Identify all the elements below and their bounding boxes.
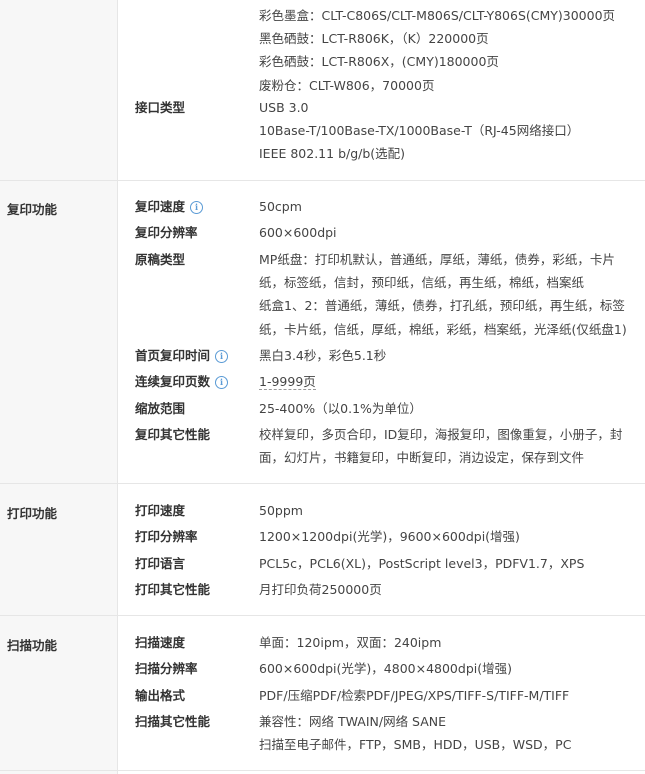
copy-other-value: 校样复印，多页合印，ID复印，海报复印，图像重复，小册子，封 面，幻灯片，书籍复…: [259, 423, 641, 469]
scan-other-line: 兼容性：网络 TWAIN/网络 SANE: [259, 714, 447, 729]
info-circle-icon[interactable]: i: [215, 350, 229, 363]
zoom-range-value: 25-400%（以0.1%为单位）: [259, 401, 422, 416]
original-type-line: MP纸盘：打印机默认，普通纸，厚纸，薄纸，债券，彩纸，卡片: [259, 252, 615, 267]
consumable-line: 彩色硒鼓：LCT-R806X，(CMY)180000页: [259, 54, 499, 70]
print-resolution-label: 打印分辨率: [135, 529, 198, 544]
category-copy: 复印功能: [7, 202, 58, 217]
continuous-copy-value: 1-9999页: [259, 370, 641, 393]
scan-speed-label: 扫描速度: [135, 635, 186, 650]
section-basic: 彩色墨盒：CLT-C806S/CLT-M806S/CLT-Y806S(CMY)3…: [0, 0, 645, 181]
output-format-value: PDF/压缩PDF/检索PDF/JPEG/XPS/TIFF-S/TIFF-M/T…: [259, 688, 570, 703]
scan-other-label: 扫描其它性能: [135, 714, 211, 729]
category-print: 打印功能: [7, 506, 58, 521]
print-speed-value: 50ppm: [259, 503, 303, 518]
interface-line: USB 3.0: [259, 100, 309, 115]
continuous-copy-label: 连续复印页数 i: [135, 370, 229, 393]
copy-resolution-label: 复印分辨率: [135, 225, 198, 240]
copy-resolution-value: 600×600dpi: [259, 225, 337, 240]
print-resolution-value: 1200×1200dpi(光学)，9600×600dpi(增强): [259, 529, 520, 544]
print-language-value: PCL5c，PCL6(XL)，PostScript level3，PDFV1.7…: [259, 556, 585, 571]
info-circle-icon[interactable]: i: [190, 201, 204, 214]
first-copy-label-text: 首页复印时间: [135, 348, 211, 363]
scan-resolution-value: 600×600dpi(光学)，4800×4800dpi(增强): [259, 661, 512, 676]
interface-line: 10Base-T/100Base-TX/1000Base-T（RJ-45网络接口…: [259, 123, 580, 139]
original-type-value: MP纸盘：打印机默认，普通纸，厚纸，薄纸，债券，彩纸，卡片 纸，标签纸，信封，预…: [259, 248, 641, 341]
spec-table: 彩色墨盒：CLT-C806S/CLT-M806S/CLT-Y806S(CMY)3…: [0, 0, 645, 774]
consumable-line: 废粉仓：CLT-W806，70000页: [259, 77, 435, 93]
copy-other-line: 面，幻灯片，书籍复印，中断复印，消边设定，保存到文件: [259, 450, 585, 466]
consumables-value: 彩色墨盒：CLT-C806S/CLT-M806S/CLT-Y806S(CMY)3…: [259, 4, 641, 97]
consumable-line: 黑色硒鼓：LCT-R806K，（K）220000页: [259, 31, 489, 47]
scan-other-value: 兼容性：网络 TWAIN/网络 SANE 扫描至电子邮件，FTP，SMB，HDD…: [259, 710, 641, 756]
first-copy-label: 首页复印时间 i: [135, 344, 229, 367]
print-language-label: 打印语言: [135, 556, 186, 571]
section-print: 打印功能 打印速度 50ppm 打印分辨率 1200×1200dpi(光学)，9…: [0, 484, 645, 616]
zoom-range-label: 缩放范围: [135, 401, 186, 416]
continuous-copy-label-text: 连续复印页数: [135, 374, 211, 389]
continuous-copy-link[interactable]: 1-9999页: [259, 374, 316, 390]
first-copy-value: 黑白3.4秒，彩色5.1秒: [259, 348, 387, 363]
section-scan: 扫描功能 扫描速度 单面：120ipm，双面：240ipm 扫描分辨率 600×…: [0, 616, 645, 771]
copy-speed-label-text: 复印速度: [135, 199, 186, 214]
category-scan: 扫描功能: [7, 638, 58, 653]
output-format-label: 输出格式: [135, 688, 186, 703]
scan-speed-value: 单面：120ipm，双面：240ipm: [259, 635, 442, 650]
copy-other-line: 校样复印，多页合印，ID复印，海报复印，图像重复，小册子，封: [259, 427, 623, 442]
print-other-label: 打印其它性能: [135, 582, 211, 597]
original-type-line: 纸盒1、2：普通纸，薄纸，债券，打孔纸，预印纸，再生纸，标签: [259, 298, 625, 314]
interface-label: 接口类型: [135, 100, 186, 115]
copy-other-label: 复印其它性能: [135, 427, 211, 442]
original-type-line: 纸，卡片纸，信纸，厚纸，棉纸，彩纸，档案纸，光泽纸(仅纸盘1): [259, 321, 627, 337]
copy-speed-value: 50cpm: [259, 199, 302, 214]
print-other-value: 月打印负荷250000页: [259, 582, 382, 597]
print-speed-label: 打印速度: [135, 503, 186, 518]
interface-line: IEEE 802.11 b/g/b(选配): [259, 146, 406, 162]
section-copy: 复印功能 复印速度 i 50cpm 复印分辨率 600×600dpi 原稿类型 M…: [0, 181, 645, 484]
copy-speed-label: 复印速度 i: [135, 195, 204, 218]
scan-resolution-label: 扫描分辨率: [135, 661, 198, 676]
scan-other-line: 扫描至电子邮件，FTP，SMB，HDD，USB，WSD，PC: [259, 737, 572, 753]
consumable-line: 彩色墨盒：CLT-C806S/CLT-M806S/CLT-Y806S(CMY)3…: [259, 8, 616, 23]
original-type-label: 原稿类型: [135, 252, 186, 267]
original-type-line: 纸，标签纸，信封，预印纸，信纸，再生纸，棉纸，档案纸: [259, 275, 585, 291]
interface-value: USB 3.0 10Base-T/100Base-TX/1000Base-T（R…: [259, 96, 641, 166]
info-circle-icon[interactable]: i: [215, 376, 229, 389]
